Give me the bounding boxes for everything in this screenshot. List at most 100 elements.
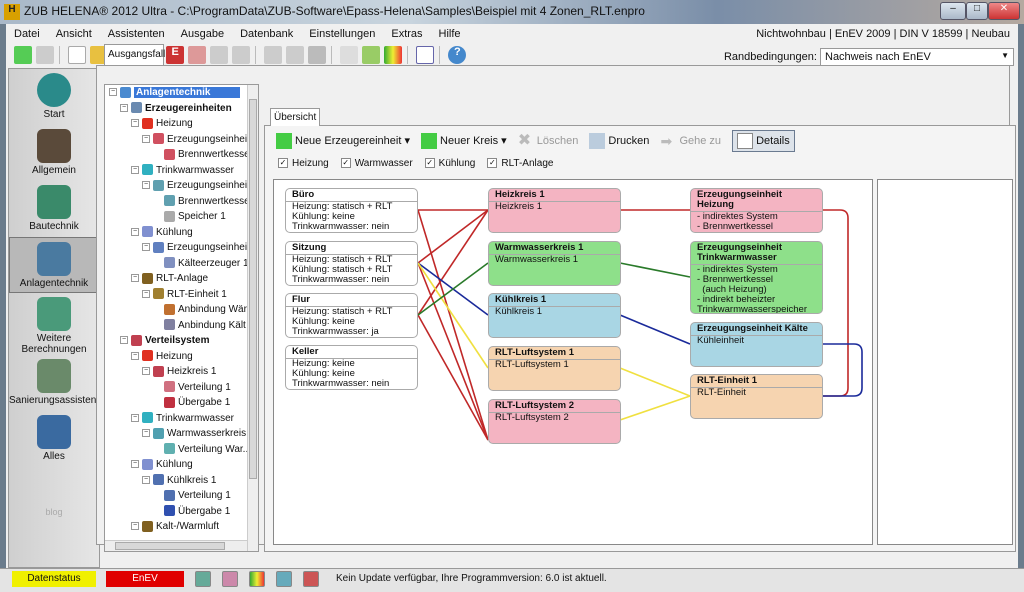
expand-collapse-icon[interactable]: − xyxy=(131,460,139,469)
circuit-box[interactable]: Kühlkreis 1 Kühlkreis 1 xyxy=(488,293,621,338)
tree-node[interactable]: − RLT-Einheit 1 xyxy=(105,287,258,303)
expand-collapse-icon[interactable]: − xyxy=(131,119,139,128)
goto-button[interactable]: ➡ Gehe zu xyxy=(660,133,721,149)
details-button[interactable]: Details xyxy=(732,130,795,152)
back-icon[interactable] xyxy=(14,46,32,64)
maximize-button[interactable]: □ xyxy=(966,2,988,20)
checkbox[interactable]: ✓ xyxy=(278,158,288,169)
tree-node[interactable]: − Trinkwarmwasser xyxy=(105,411,258,427)
menu-datei[interactable]: Datei xyxy=(6,24,48,40)
filter-kühlung[interactable]: ✓ Kühlung xyxy=(424,158,475,169)
expand-collapse-icon[interactable]: − xyxy=(120,103,128,112)
checkbox[interactable]: ✓ xyxy=(487,158,498,169)
tree-node[interactable]: − Heizung xyxy=(105,116,258,132)
table-icon[interactable] xyxy=(264,46,283,64)
expand-collapse-icon[interactable]: − xyxy=(142,429,150,438)
status-energy-icon[interactable] xyxy=(249,571,265,587)
expand-collapse-icon[interactable]: − xyxy=(120,336,128,345)
sidebar-item-start[interactable]: Start xyxy=(9,69,99,125)
checkbox[interactable]: ✓ xyxy=(424,158,435,169)
edit-document-icon[interactable] xyxy=(362,46,381,64)
new-generator-button[interactable]: Neue Erzeugereinheit ▾ xyxy=(276,133,410,149)
tree-node[interactable]: − Erzeugungseinheit xyxy=(105,240,258,256)
tree-node[interactable]: Brennwertkessel xyxy=(105,147,258,163)
filter-warmwasser[interactable]: ✓ Warmwasser xyxy=(340,158,413,169)
expand-collapse-icon[interactable]: − xyxy=(142,367,150,376)
tree-node[interactable]: − Kühlung xyxy=(105,457,258,473)
expand-collapse-icon[interactable]: − xyxy=(109,88,117,97)
menu-hilfe[interactable]: Hilfe xyxy=(431,24,469,40)
menu-extras[interactable]: Extras xyxy=(383,24,430,40)
filter-rlt-anlage[interactable]: ✓ RLT-Anlage xyxy=(487,158,553,169)
sidebar-item-weitere-berechnungen[interactable]: Weitere Berechnungen xyxy=(9,293,99,355)
new-circuit-button[interactable]: Neuer Kreis ▾ xyxy=(421,133,507,149)
expand-collapse-icon[interactable]: − xyxy=(142,289,150,298)
sidebar-item-sanierungsassistent[interactable]: Sanierungsassistent xyxy=(9,355,99,411)
tab-uebersicht[interactable]: Übersicht xyxy=(270,108,320,126)
sidebar-item-alles[interactable]: Alles xyxy=(9,411,99,467)
expand-collapse-icon[interactable]: − xyxy=(131,351,139,360)
minimize-button[interactable]: – xyxy=(940,2,966,20)
expand-collapse-icon[interactable]: − xyxy=(142,181,150,190)
tree-node[interactable]: Kälteerzeuger 1 xyxy=(105,256,258,272)
zone-box[interactable]: Büro Heizung: statisch + RLT Kühlung: kein… xyxy=(285,188,418,233)
tree-node[interactable]: − Anlagentechnik xyxy=(105,85,258,101)
tree-node[interactable]: − Kalt-/Warmluft xyxy=(105,519,258,535)
circuit-box[interactable]: Warmwasserkreis 1 Warmwasserkreis 1 xyxy=(488,241,621,286)
datenstatus-indicator[interactable]: Datenstatus xyxy=(12,571,96,587)
tree-node[interactable]: − Erzeugereinheiten xyxy=(105,101,258,117)
circuit-box[interactable]: RLT-Luftsystem 1 RLT-Luftsystem 1 xyxy=(488,346,621,391)
randbedingungen-select[interactable]: Nachweis nach EnEV ▼ xyxy=(820,48,1014,66)
enev-icon[interactable]: E xyxy=(166,46,185,64)
expand-collapse-icon[interactable]: − xyxy=(131,413,139,422)
expand-collapse-icon[interactable]: − xyxy=(131,227,139,236)
close-button[interactable]: ✕ xyxy=(988,2,1020,20)
menu-einstellungen[interactable]: Einstellungen xyxy=(301,24,383,40)
copy-icon[interactable] xyxy=(286,46,305,64)
help-icon[interactable]: ? xyxy=(448,46,467,64)
tree-node[interactable]: − Trinkwarmwasser xyxy=(105,163,258,179)
delete-button[interactable]: ✖ Löschen xyxy=(518,133,579,149)
generator-box[interactable]: Erzeugungseinheit Trinkwarmwasser - indir… xyxy=(690,241,823,314)
sidebar-item-bautechnik[interactable]: Bautechnik xyxy=(9,181,99,237)
generator-box[interactable]: Erzeugungseinheit Heizung - indirektes Sy… xyxy=(690,188,823,233)
status-refresh-icon[interactable] xyxy=(276,571,292,587)
expand-collapse-icon[interactable]: − xyxy=(142,243,150,252)
people-icon[interactable] xyxy=(232,46,251,64)
house-icon[interactable] xyxy=(188,46,207,64)
tab-ausgangsfall[interactable]: Ausgangsfall xyxy=(104,44,165,66)
tree-node[interactable]: − Kühlung xyxy=(105,225,258,241)
status-house-icon[interactable] xyxy=(222,571,238,587)
filter-heizung[interactable]: ✓ Heizung xyxy=(278,158,329,169)
print-icon[interactable] xyxy=(340,46,359,64)
expand-collapse-icon[interactable]: − xyxy=(131,522,139,531)
status-tool-icon[interactable] xyxy=(303,571,319,587)
tree-node[interactable]: − Warmwasserkreis xyxy=(105,426,258,442)
circuit-box[interactable]: RLT-Luftsystem 2 RLT-Luftsystem 2 xyxy=(488,399,621,444)
tree-node[interactable]: − Heizkreis 1 xyxy=(105,364,258,380)
menu-assistenten[interactable]: Assistenten xyxy=(100,24,173,40)
new-file-icon[interactable] xyxy=(68,46,87,64)
energy-scale-icon[interactable] xyxy=(384,46,403,64)
tree-node[interactable]: Übergabe 1 xyxy=(105,504,258,520)
menu-datenbank[interactable]: Datenbank xyxy=(232,24,301,40)
tree-horizontal-scrollbar[interactable] xyxy=(105,540,247,551)
zone-box[interactable]: Flur Heizung: statisch + RLT Kühlung: kein… xyxy=(285,293,418,338)
enev-indicator[interactable]: EnEV xyxy=(106,571,184,587)
tree-node[interactable]: Brennwertkessel xyxy=(105,194,258,210)
expand-collapse-icon[interactable]: − xyxy=(131,274,139,283)
expand-collapse-icon[interactable]: − xyxy=(142,134,150,143)
tree-node[interactable]: − Kühlkreis 1 xyxy=(105,473,258,489)
menu-ausgabe[interactable]: Ausgabe xyxy=(173,24,232,40)
zone-box[interactable]: Sitzung Heizung: statisch + RLT Kühlung: s… xyxy=(285,241,418,286)
status-globe-icon[interactable] xyxy=(195,571,211,587)
sidebar-item-allgemein[interactable]: Allgemein xyxy=(9,125,99,181)
generator-box[interactable]: Erzeugungseinheit Kälte Kühleinheit xyxy=(690,322,823,367)
tree-node[interactable]: Übergabe 1 xyxy=(105,395,258,411)
expand-collapse-icon[interactable]: − xyxy=(142,475,150,484)
menu-ansicht[interactable]: Ansicht xyxy=(48,24,100,40)
tree-node[interactable]: Verteilung 1 xyxy=(105,380,258,396)
tree-node[interactable]: Anbindung Wär xyxy=(105,302,258,318)
tree-node[interactable]: Anbindung Kält xyxy=(105,318,258,334)
checklist-icon[interactable] xyxy=(416,46,435,64)
